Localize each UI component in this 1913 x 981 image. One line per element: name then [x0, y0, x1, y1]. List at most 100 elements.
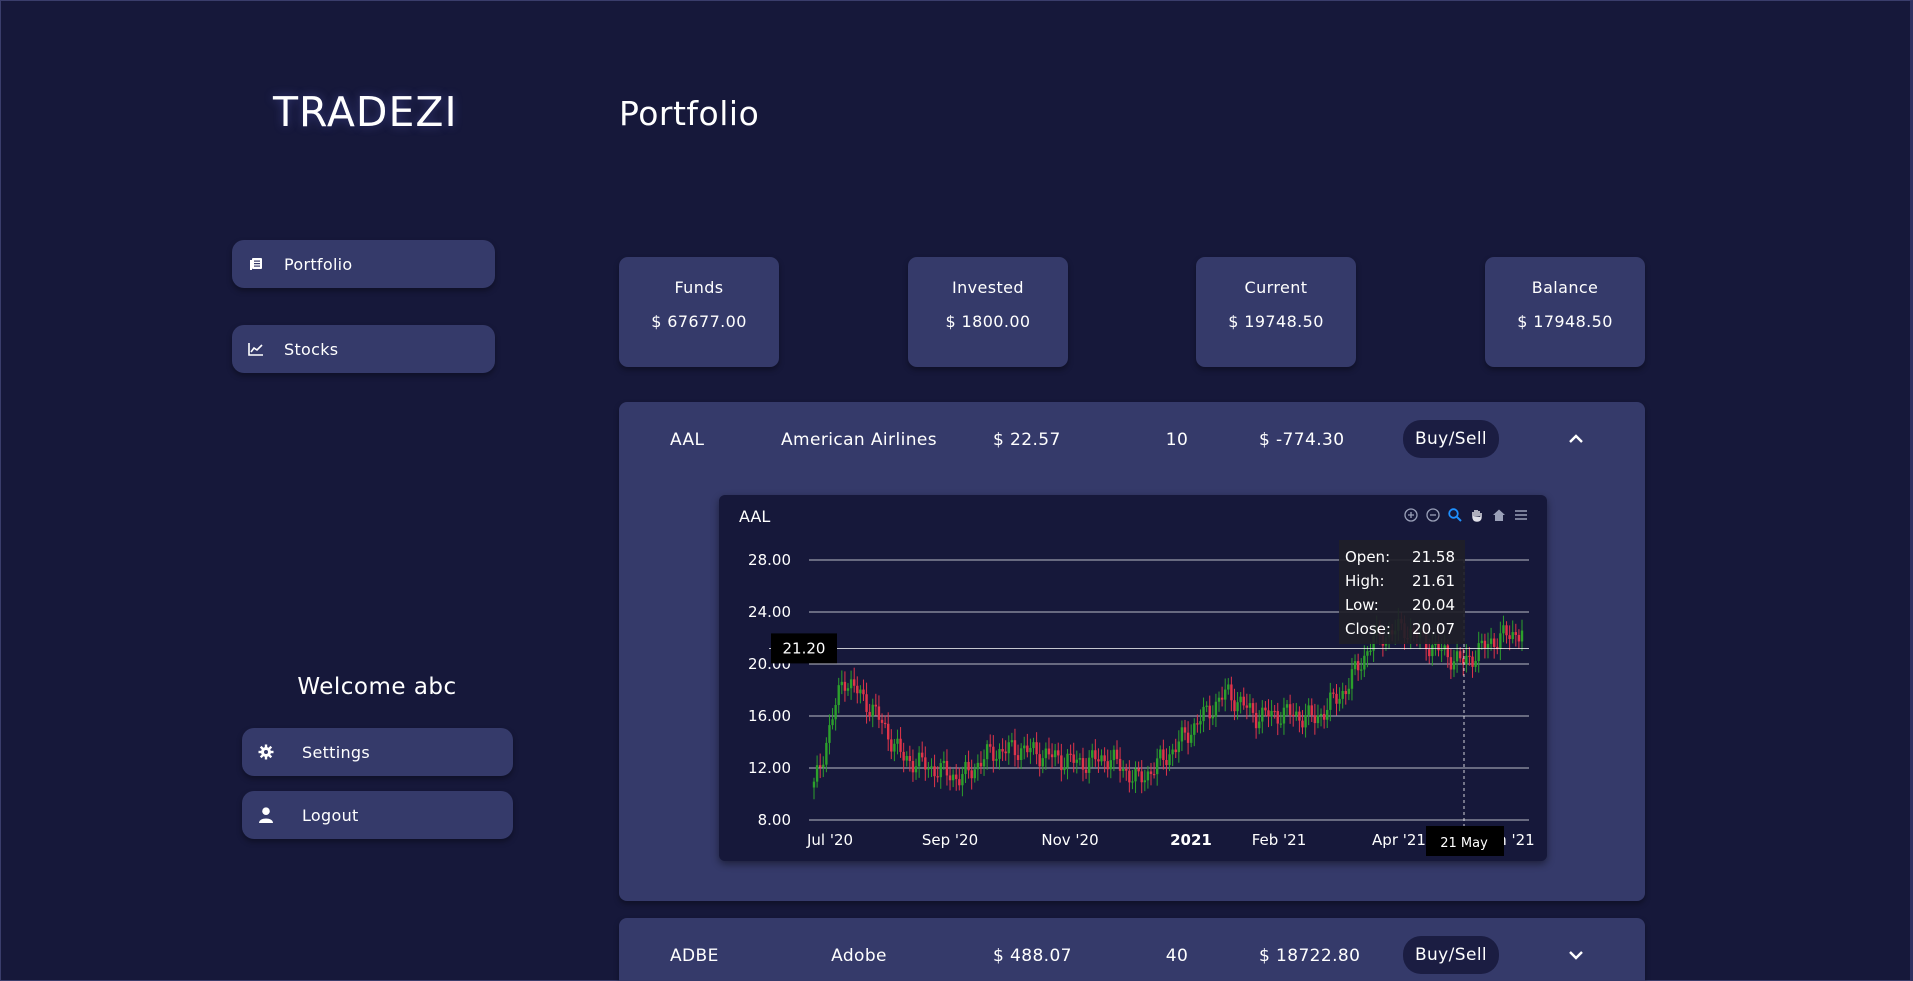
tooltip-value: 20.07	[1412, 620, 1455, 638]
candle-body	[831, 719, 834, 726]
candle-body	[1010, 740, 1014, 743]
candle-body	[930, 766, 933, 769]
x-tick-label: Nov '20	[1041, 831, 1098, 849]
buy-sell-button[interactable]: Buy/Sell	[1403, 936, 1499, 974]
candlestick-plot: 28.0024.0020.0016.0012.008.00Jul '20 Sep …	[748, 540, 1535, 856]
candle-body	[1069, 753, 1072, 755]
stock-symbol: AAL	[670, 430, 705, 450]
candle-body	[1174, 749, 1177, 753]
stat-label: Invested	[952, 278, 1024, 297]
candle-body	[883, 722, 887, 725]
candle-body	[887, 723, 890, 740]
candle-body	[905, 756, 908, 761]
settings-button[interactable]: Settings	[242, 728, 513, 776]
sidebar-item-stocks[interactable]: Stocks	[232, 325, 495, 373]
candle-body	[1162, 749, 1165, 760]
candle-body	[1319, 713, 1323, 716]
candle-body	[822, 764, 825, 768]
stat-card-invested: Invested $ 1800.00	[908, 257, 1068, 367]
candle-body	[1452, 661, 1456, 670]
candle-body	[995, 758, 998, 761]
candle-body	[985, 744, 989, 760]
logout-button[interactable]: Logout	[242, 791, 513, 839]
candle-body	[1100, 755, 1103, 762]
candle-body	[1350, 669, 1354, 689]
candle-body	[1223, 689, 1227, 700]
sidebar-item-label: Stocks	[284, 339, 339, 359]
candle-body	[1103, 755, 1106, 762]
list-icon	[246, 254, 266, 274]
buy-sell-button[interactable]: Buy/Sell	[1403, 420, 1499, 458]
candle-body	[1115, 749, 1119, 759]
stat-label: Current	[1244, 278, 1308, 297]
candle-body	[973, 769, 976, 779]
chevron-down-icon[interactable]	[1563, 942, 1589, 968]
candle-body	[1517, 634, 1521, 642]
candle-body	[1282, 707, 1286, 724]
candle-body	[1477, 643, 1480, 661]
candle-body	[1483, 640, 1487, 649]
sidebar-item-portfolio[interactable]: Portfolio	[232, 240, 495, 288]
candle-body	[1443, 645, 1446, 650]
candle-body	[1356, 661, 1360, 671]
app-logo: TRADEZI	[273, 88, 458, 136]
candle-body	[1047, 748, 1051, 755]
candle-body	[1233, 700, 1236, 712]
candle-body	[896, 738, 899, 744]
candle-body	[828, 725, 831, 743]
x-tick-label: Sep '20	[922, 831, 978, 849]
candle-body	[1220, 697, 1224, 700]
candle-body	[936, 776, 939, 778]
candle-body	[1214, 701, 1218, 717]
candle-body	[837, 685, 840, 706]
candle-body	[1019, 748, 1023, 761]
candle-body	[1511, 632, 1514, 640]
candle-body	[825, 742, 828, 765]
candle-body	[856, 685, 859, 694]
stock-quantity: 10	[1165, 430, 1189, 450]
candle-body	[933, 766, 936, 777]
candle-body	[1369, 650, 1372, 652]
x-tick-label: Apr '21	[1372, 831, 1426, 849]
candle-body	[992, 746, 995, 761]
candle-body	[1310, 705, 1313, 716]
candle-body	[1106, 761, 1109, 770]
stat-label: Funds	[674, 278, 724, 297]
candle-body	[1091, 750, 1094, 758]
candle-body	[998, 749, 1001, 759]
candle-body	[951, 774, 955, 781]
candle-body	[1057, 750, 1060, 756]
candle-body	[1032, 742, 1035, 749]
candle-body	[1134, 768, 1137, 782]
candle-body	[1023, 745, 1026, 749]
sidebar-item-label: Portfolio	[284, 254, 353, 274]
candle-body	[868, 711, 871, 717]
candle-body	[1072, 754, 1075, 763]
gear-icon	[256, 742, 276, 762]
candle-body	[1183, 727, 1187, 733]
candle-body	[1363, 655, 1366, 670]
candle-body	[1273, 710, 1276, 713]
candle-body	[982, 759, 986, 767]
y-tick-label: 8.00	[758, 811, 791, 829]
candle-body	[893, 743, 896, 752]
chevron-up-icon[interactable]	[1563, 426, 1589, 452]
candle-body	[1118, 758, 1122, 771]
candle-body	[927, 768, 930, 770]
candle-body	[1029, 748, 1032, 753]
y-tick-label: 28.00	[748, 551, 791, 569]
stock-chart[interactable]: AAL 28.00 24.00 20.00 16.00 12.00 8.00 Jul '20…	[719, 495, 1547, 861]
stat-card-funds: Funds $ 67677.00	[619, 257, 779, 367]
candle-body	[1125, 768, 1128, 771]
candle-body	[1199, 721, 1202, 725]
candle-body	[1168, 754, 1171, 766]
stat-value: $ 1800.00	[945, 312, 1031, 331]
candle-body	[815, 765, 819, 782]
candle-body	[1227, 684, 1230, 690]
candle-body	[1329, 692, 1332, 710]
candle-body	[1060, 755, 1063, 771]
candle-body	[1332, 692, 1335, 694]
stock-symbol: ADBE	[670, 946, 719, 966]
candle-body	[880, 719, 884, 723]
stock-row-header: AAL American Airlines $ 22.57 10 $ -774.…	[619, 420, 1645, 460]
